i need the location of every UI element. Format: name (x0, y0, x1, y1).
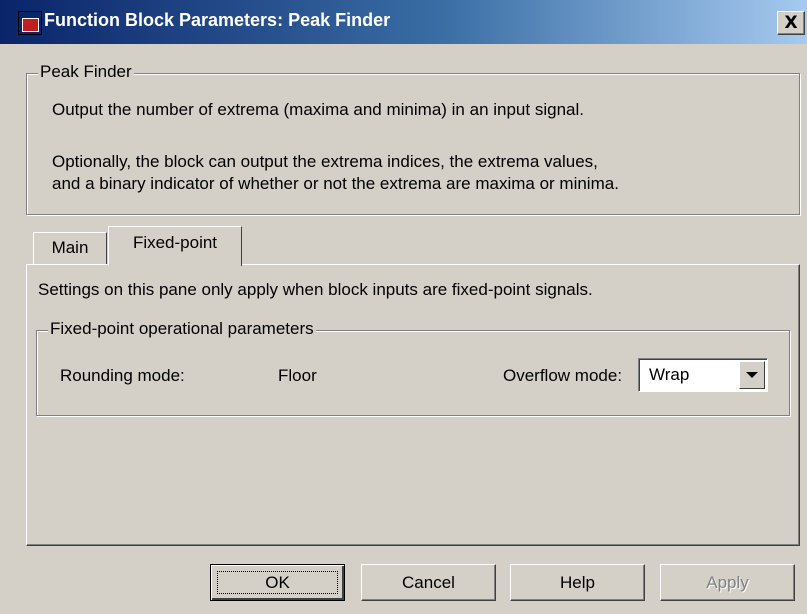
description-line-1: Output the number of extrema (maxima and… (52, 100, 584, 119)
ok-button-label: OK (265, 573, 290, 592)
help-button[interactable]: Help (510, 564, 645, 601)
pane-note: Settings on this pane only apply when bl… (38, 280, 593, 299)
ok-button[interactable]: OK (210, 564, 345, 601)
help-button-label: Help (560, 573, 595, 592)
cancel-button-label: Cancel (402, 573, 455, 592)
rounding-mode-value: Floor (278, 366, 317, 385)
tab-main-label: Main (51, 238, 89, 257)
description-line-3: and a binary indicator of whether or not… (52, 174, 619, 193)
overflow-mode-value: Wrap (649, 365, 690, 384)
rounding-mode-label: Rounding mode: (60, 366, 185, 385)
close-button[interactable]: X (777, 11, 805, 35)
description-group-label: Peak Finder (38, 62, 134, 82)
simulink-block-icon (18, 11, 42, 35)
apply-button-label: Apply (706, 573, 749, 592)
fixed-point-params-label: Fixed-point operational parameters (48, 319, 316, 339)
apply-button[interactable]: Apply (660, 564, 795, 601)
overflow-mode-select[interactable]: Wrap (638, 358, 768, 392)
tab-fixed-point[interactable]: Fixed-point (108, 226, 242, 266)
tab-fixed-point-label: Fixed-point (132, 233, 218, 252)
tab-main[interactable]: Main (33, 232, 107, 264)
cancel-button[interactable]: Cancel (361, 564, 496, 601)
overflow-mode-label: Overflow mode: (503, 366, 623, 385)
chevron-down-icon[interactable] (739, 361, 765, 389)
description-line-2: Optionally, the block can output the ext… (52, 152, 598, 171)
window-title: Function Block Parameters: Peak Finder (44, 10, 391, 30)
title-bar[interactable]: Function Block Parameters: Peak Finder X (0, 0, 807, 44)
